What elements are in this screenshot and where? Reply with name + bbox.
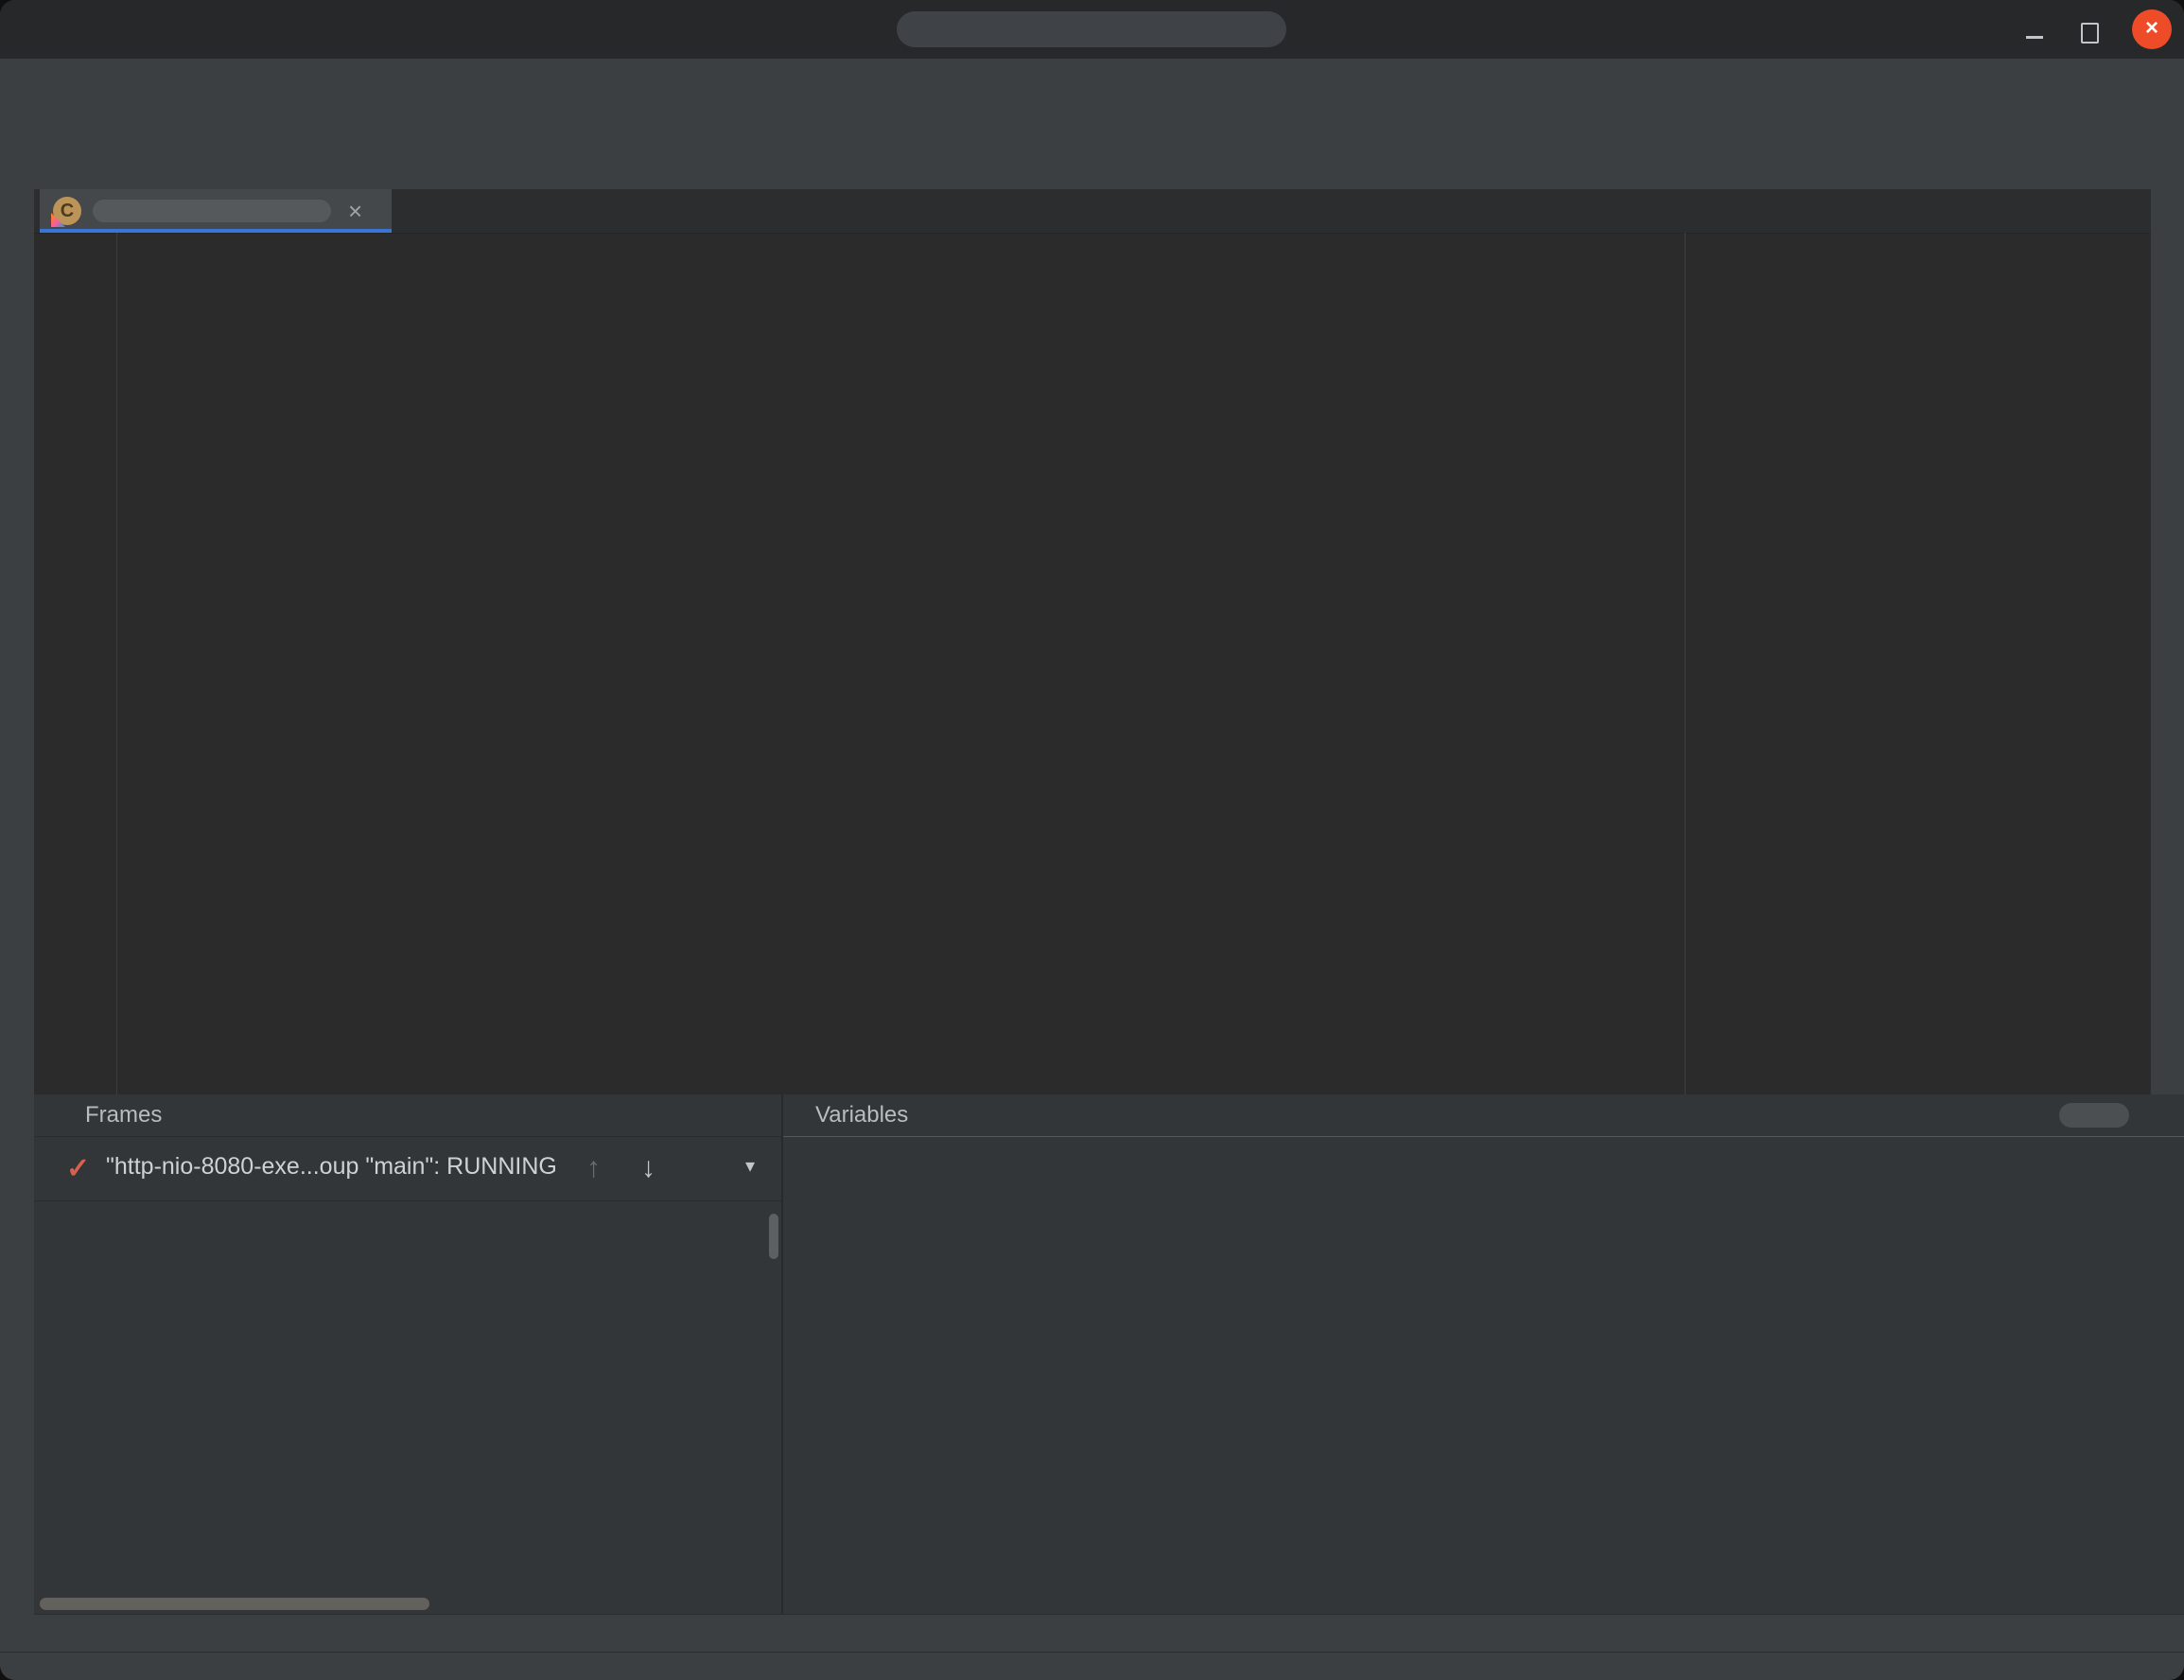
main-toolbar [0,95,2184,154]
thread-selector[interactable]: ✓ "http-nio-8080-exe...oup "main": RUNNI… [34,1137,781,1201]
status-bar [0,1652,2184,1680]
editor-tab-bar: C × [34,189,2150,234]
kotlin-class-icon: C [53,197,81,225]
editor: C × [34,189,2150,1094]
variables-header-pill[interactable] [2059,1103,2129,1128]
variables-panel: Variables [783,1094,2184,1614]
ide-window: × C × Frames ✓ "http-nio-8080-exe...oup [0,0,2184,1680]
tab-close-icon[interactable]: × [348,197,362,226]
tab-title-redacted [93,200,331,222]
left-tool-stripe [0,189,35,1652]
frames-filter-caret-icon[interactable]: ▾ [745,1154,755,1178]
window-title-redacted [897,11,1286,47]
frames-panel: Frames ✓ "http-nio-8080-exe...oup "main"… [34,1094,783,1614]
menu-bar [0,59,2184,95]
frames-title: Frames [34,1094,781,1137]
title-bar: × [0,0,2184,59]
frames-vscrollbar[interactable] [769,1214,778,1259]
close-button[interactable]: × [2132,9,2172,49]
frames-hscrollbar[interactable] [40,1598,429,1610]
right-margin-guide [1685,233,1686,1094]
debug-panel: Frames ✓ "http-nio-8080-exe...oup "main"… [34,1094,2184,1614]
maximize-button[interactable] [2081,23,2099,44]
thread-running-check-icon: ✓ [66,1152,90,1185]
frame-down-icon[interactable]: ↓ [641,1152,655,1184]
code-lines [34,233,2150,254]
tool-window-bar [34,1614,2184,1653]
variables-list [783,1137,2184,1148]
breadcrumb [0,153,2184,189]
frames-list [34,1201,781,1213]
variables-title: Variables [783,1094,2184,1137]
thread-label: "http-nio-8080-exe...oup "main": RUNNING [106,1153,557,1181]
gutter-border [116,233,117,1094]
code-area [34,233,2150,1094]
frame-up-icon[interactable]: ↑ [586,1152,601,1184]
minimize-button[interactable] [2026,36,2043,39]
editor-tab[interactable]: C × [40,189,392,233]
